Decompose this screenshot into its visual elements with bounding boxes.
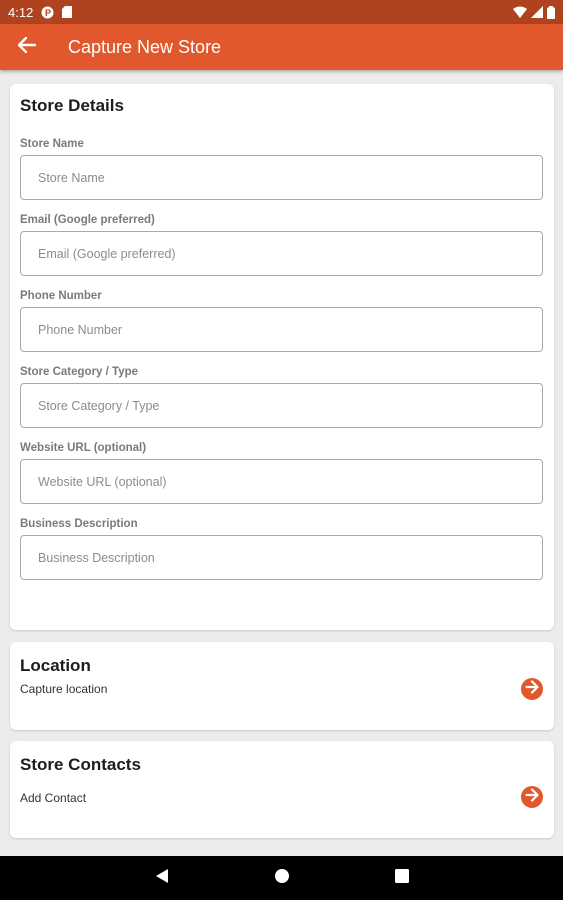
location-card[interactable]: Location Capture location (10, 642, 554, 730)
p-badge-icon: P (41, 6, 54, 19)
arrow-left-icon (17, 36, 37, 58)
battery-icon (547, 5, 555, 19)
location-arrow-button[interactable] (521, 678, 543, 700)
arrow-circle-right-icon (525, 679, 539, 699)
app-bar: Capture New Store (0, 24, 563, 70)
store-contacts-title: Store Contacts (20, 755, 141, 774)
business-description-label: Business Description (20, 518, 138, 530)
signal-icon (531, 6, 543, 18)
location-title: Location (20, 656, 91, 675)
business-description-input[interactable] (20, 535, 543, 580)
system-home-button[interactable] (272, 868, 292, 888)
email-input[interactable] (20, 231, 543, 276)
sd-card-icon (62, 6, 73, 18)
add-contact-subtitle: Add Contact (20, 791, 87, 805)
page-title: Capture New Store (68, 36, 222, 57)
store-name-input[interactable] (20, 155, 543, 200)
home-circle-icon (274, 868, 290, 889)
svg-text:P: P (45, 8, 51, 18)
arrow-circle-right-icon (525, 787, 539, 807)
system-nav-bar (0, 856, 563, 900)
system-recents-button[interactable] (392, 868, 412, 888)
recents-square-icon (395, 868, 409, 888)
add-contact-arrow-button[interactable] (521, 786, 543, 808)
email-label: Email (Google preferred) (20, 214, 155, 226)
store-details-title: Store Details (20, 96, 124, 115)
status-time: 4:12 (8, 4, 34, 20)
status-bar: 4:12 P (0, 0, 563, 24)
location-subtitle: Capture location (20, 682, 108, 696)
phone-number-label: Phone Number (20, 290, 102, 302)
store-category-input[interactable] (20, 383, 543, 428)
back-button[interactable] (0, 24, 54, 70)
back-triangle-icon (155, 868, 169, 889)
website-url-input[interactable] (20, 459, 543, 504)
website-url-label: Website URL (optional) (20, 442, 147, 454)
wifi-icon (513, 6, 527, 18)
system-back-button[interactable] (152, 868, 172, 888)
phone-number-input[interactable] (20, 307, 543, 352)
store-contacts-card[interactable]: Store Contacts Add Contact (10, 741, 554, 838)
store-name-label: Store Name (20, 138, 84, 150)
store-category-label: Store Category / Type (20, 366, 139, 378)
store-details-card: Store Details Store Name Email (Google p… (10, 84, 554, 630)
